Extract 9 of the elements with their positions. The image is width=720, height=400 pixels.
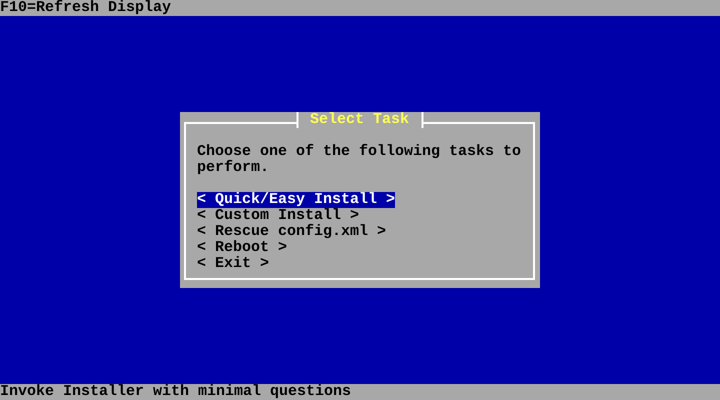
shortcut-hint: F10=Refresh Display [0, 0, 172, 16]
menu-option[interactable]: < Reboot > [197, 240, 288, 256]
menu-option[interactable]: < Rescue config.xml > [197, 224, 386, 240]
prompt-text: Choose one of the following tasks to perform. [197, 144, 522, 176]
menu-option[interactable]: < Custom Install > [197, 208, 360, 224]
menu-option[interactable]: < Exit > [197, 256, 270, 272]
menu-option[interactable]: < Quick/Easy Install > [197, 192, 396, 208]
dialog-title: Select Task [296, 112, 424, 128]
status-text: Invoke Installer with minimal questions [0, 384, 352, 400]
